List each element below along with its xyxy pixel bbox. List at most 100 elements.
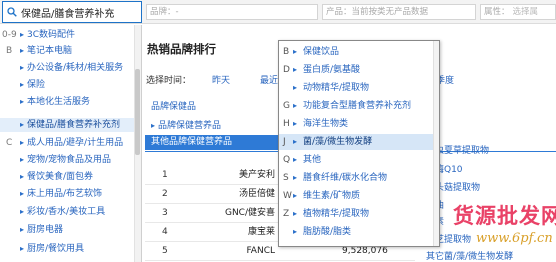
rank-cell: 1 [162, 170, 168, 180]
arrow-right-icon: ▸ [20, 120, 25, 129]
dropdown-item[interactable]: S ▸ 膳食纤维/碳水化合物 [279, 170, 439, 186]
dropdown-item[interactable]: B ▸ 保健饮品 [279, 44, 439, 60]
tab-other-brand-nutrition[interactable]: 其他品牌保健营养品 [145, 135, 280, 150]
time-option-recent[interactable]: 最近 [260, 73, 278, 86]
dropdown-label: 脂肪酸/脂类 [303, 227, 352, 237]
arrow-right-icon: ▸ [293, 65, 298, 74]
time-option-yesterday[interactable]: 昨天 [212, 73, 230, 86]
product-filter[interactable]: 产品：当前按类无产品数据 [322, 4, 476, 20]
dropdown-item[interactable]: ▸ 脂肪酸/脂类 [279, 224, 439, 240]
category-item[interactable]: ▸ 本地化生活服务 [0, 95, 140, 109]
dropdown-letter: Z [283, 209, 290, 219]
arrow-right-icon: ▸ [293, 137, 298, 146]
arrow-right-icon: ▸ [20, 225, 25, 234]
category-item[interactable]: ▸ 厨房/餐饮用具 [0, 242, 140, 256]
dropdown-letter: J [283, 137, 286, 147]
dropdown-label: 功能复合型膳食营养补充剂 [303, 101, 412, 111]
dropdown-item[interactable]: ▸ 动物精华/提取物 [279, 80, 439, 96]
watermark-logo: 货源批发网 [453, 203, 556, 228]
category-item[interactable]: 0-9 ▸ 3C数码配件 [0, 28, 140, 42]
category-item[interactable]: B ▸ 笔记本电脑 [0, 44, 140, 58]
category-item[interactable]: ▸ 厨房电器 [0, 223, 140, 237]
dropdown-item[interactable]: Z ▸ 植物精华/提取物 [279, 206, 439, 222]
arrow-right-icon: ▸ [20, 172, 25, 181]
category-label: 餐饮美食/面包券 [27, 172, 94, 182]
dropdown-letter: D [283, 65, 290, 75]
dropdown-letter: G [283, 101, 290, 111]
dropdown-label: 动物精华/提取物 [303, 83, 370, 93]
scrollbar-thumb[interactable] [135, 69, 140, 155]
rank-cell: 3 [162, 208, 168, 218]
dropdown-letter: Q [283, 155, 291, 165]
dropdown-letter: B [283, 47, 290, 57]
rank-cell: 4 [162, 227, 168, 237]
dropdown-label: 维生素/矿物质 [303, 191, 361, 201]
category-letter: C [6, 138, 13, 148]
category-letter: B [6, 46, 13, 56]
tab-brand-nutrition[interactable]: ▸ 品牌保健营养品 [145, 118, 280, 133]
arrow-right-icon: ▸ [20, 46, 25, 55]
dropdown-label: 植物精华/提取物 [303, 209, 370, 219]
arrow-right-icon: ▸ [20, 97, 25, 106]
rank-cell: 5 [162, 246, 168, 256]
brand-cell: 美产安利 [238, 170, 275, 180]
category-label: 厨房电器 [27, 225, 64, 235]
category-item[interactable]: ▸ 彩妆/香水/美妆工具 [0, 205, 140, 219]
category-label: 3C数码配件 [27, 30, 76, 40]
rank-cell: 2 [162, 189, 168, 199]
dropdown-label: 膳食纤维/碳水化合物 [303, 173, 388, 183]
dropdown-item-highlighted[interactable]: J ▸ 菌/藻/微生物发酵 [279, 134, 439, 150]
category-item[interactable]: ▸ 床上用品/布艺软饰 [0, 187, 140, 201]
dropdown-item[interactable]: G ▸ 功能复合型膳食营养补充剂 [279, 98, 439, 114]
attribute-label: 属性： [484, 7, 510, 17]
dropdown-label: 其他 [303, 155, 322, 165]
brand-filter[interactable]: 品牌：- [146, 4, 318, 20]
arrow-right-icon: ▸ [293, 83, 298, 92]
dropdown-letter: S [283, 173, 289, 183]
subcategory-dropdown: B ▸ 保健饮品 D ▸ 蛋白质/氨基酸 ▸ 动物精华/提取物 G ▸ 功能复合… [278, 40, 440, 247]
dropdown-label: 海洋生物类 [303, 119, 349, 129]
attribute-value: 选择属 [512, 7, 539, 17]
category-item-selected[interactable]: ▸ 保健品/膳食营养补充剂 [0, 118, 140, 132]
arrow-right-icon: ▸ [20, 207, 25, 216]
category-item[interactable]: C ▸ 成人用品/避孕/计生用品 [0, 136, 140, 150]
arrow-right-icon: ▸ [20, 244, 25, 253]
brand-cell: FANCL [246, 246, 275, 256]
category-letter: 0-9 [2, 30, 17, 40]
category-item[interactable]: ▸ 保险 [0, 78, 140, 92]
tab-label: 品牌保健营养品 [158, 121, 222, 131]
category-scrollbar[interactable] [134, 25, 141, 262]
dropdown-label: 蛋白质/氨基酸 [303, 65, 361, 75]
category-label: 成人用品/避孕/计生用品 [27, 138, 124, 148]
category-item[interactable]: ▸ 宠物/宠物食品及用品 [0, 153, 140, 167]
dropdown-item[interactable]: W ▸ 维生素/矿物质 [279, 188, 439, 204]
search-icon [7, 7, 17, 17]
arrow-right-icon: ▸ [293, 173, 298, 182]
dropdown-letter: H [283, 119, 290, 129]
subcategory-link[interactable]: 其它菌/藻/微生物发酵 [426, 249, 513, 262]
attribute-filter[interactable]: 属性： 选择属 [480, 4, 556, 20]
category-label: 床上用品/布艺软饰 [27, 189, 103, 199]
category-label: 笔记本电脑 [27, 46, 73, 56]
category-item[interactable]: ▸ 办公设备/耗材/相关服务 [0, 61, 140, 75]
arrow-right-icon: ▸ [20, 63, 25, 72]
tab-brand-health[interactable]: 品牌保健品 [145, 100, 280, 115]
dropdown-item[interactable]: D ▸ 蛋白质/氨基酸 [279, 62, 439, 78]
category-item[interactable]: ▸ 餐饮美食/面包券 [0, 170, 140, 184]
arrow-right-icon: ▸ [151, 121, 156, 130]
category-select[interactable]: 保健品/膳食营养补充 [2, 1, 142, 23]
brand-cell: 康宝莱 [247, 227, 275, 237]
dropdown-item[interactable]: H ▸ 海洋生物类 [279, 116, 439, 132]
filter-bar: 保健品/膳食营养补充 品牌：- 产品：当前按类无产品数据 属性： 选择属 [0, 0, 556, 24]
dropdown-item[interactable]: Q ▸ 其他 [279, 152, 439, 168]
time-label: 选择时间： [146, 76, 192, 86]
dropdown-letter: W [283, 191, 292, 201]
category-label: 办公设备/耗材/相关服务 [27, 63, 124, 73]
arrow-right-icon: ▸ [20, 189, 25, 198]
page-title: 热销品牌排行 [147, 42, 216, 56]
arrow-right-icon: ▸ [293, 47, 298, 56]
dropdown-scrollbar[interactable] [433, 41, 439, 246]
category-select-value: 保健品/膳食营养补充 [21, 8, 115, 20]
category-label: 保险 [27, 80, 46, 90]
arrow-right-icon: ▸ [293, 101, 298, 110]
